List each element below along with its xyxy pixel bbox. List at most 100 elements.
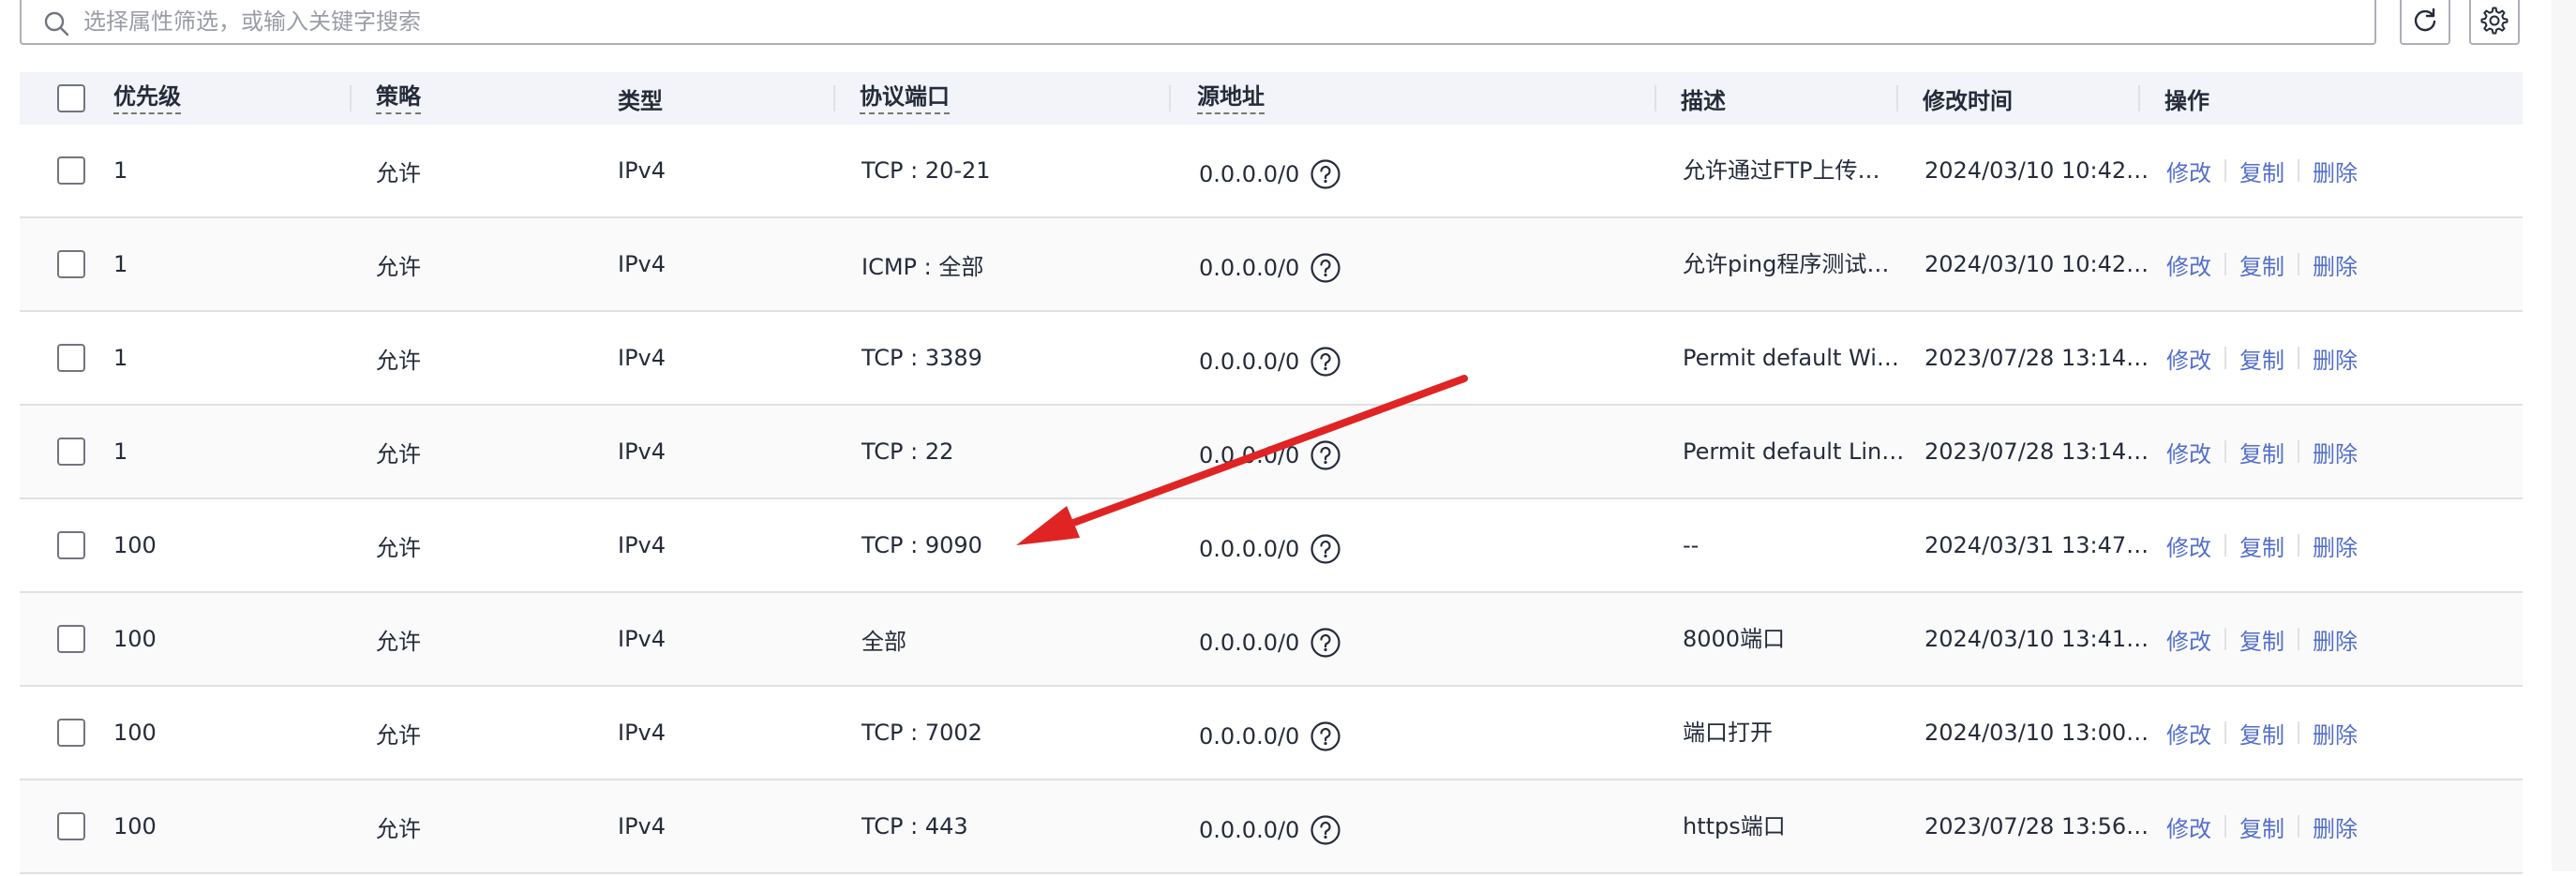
cell-protocol-port: TCP : 443 <box>861 813 968 839</box>
copy-link[interactable]: 复制 <box>2239 810 2284 843</box>
edit-link[interactable]: 修改 <box>2166 155 2211 187</box>
cell-type: IPv4 <box>618 626 666 652</box>
row-checkbox[interactable] <box>57 438 85 466</box>
scrollbar[interactable] <box>2552 0 2576 871</box>
cell-description: -- <box>1683 532 1700 558</box>
help-icon[interactable] <box>1310 346 1341 378</box>
copy-link[interactable]: 复制 <box>2239 436 2284 468</box>
cell-policy: 允许 <box>376 347 421 374</box>
help-icon[interactable] <box>1310 720 1341 752</box>
action-divider <box>2298 253 2299 275</box>
cell-modified-time: 2024/03/10 10:42… <box>1925 157 2149 184</box>
search-icon <box>44 11 69 37</box>
column-divider <box>1896 85 1898 111</box>
cell-priority: 100 <box>113 813 157 839</box>
action-divider <box>2224 347 2226 369</box>
copy-link[interactable]: 复制 <box>2239 717 2284 750</box>
delete-link[interactable]: 删除 <box>2313 155 2358 187</box>
action-divider <box>2224 534 2226 557</box>
cell-type: IPv4 <box>618 532 666 558</box>
cell-modified-time: 2024/03/10 13:00… <box>1925 720 2149 746</box>
row-checkbox[interactable] <box>57 156 85 185</box>
cell-source: 0.0.0.0/0 <box>1199 442 1300 468</box>
delete-link[interactable]: 删除 <box>2313 810 2358 843</box>
header-protocol-port[interactable]: 协议端口 <box>860 72 950 125</box>
header-modified-time: 修改时间 <box>1923 87 2013 114</box>
help-icon[interactable] <box>1310 627 1341 659</box>
delete-link[interactable]: 删除 <box>2313 717 2358 750</box>
cell-policy: 允许 <box>376 721 421 749</box>
column-divider <box>2138 85 2140 111</box>
column-divider <box>1169 85 1171 111</box>
edit-link[interactable]: 修改 <box>2166 529 2211 562</box>
refresh-icon <box>2414 7 2436 32</box>
copy-link[interactable]: 复制 <box>2239 155 2284 187</box>
action-divider <box>2224 815 2226 838</box>
row-actions: 修改 复制 删除 <box>2166 406 2358 497</box>
cell-description: Permit default Wi… <box>1683 345 1899 371</box>
copy-link[interactable]: 复制 <box>2239 529 2284 562</box>
action-divider <box>2298 534 2299 557</box>
toolbar <box>0 0 2576 62</box>
row-checkbox[interactable] <box>57 250 85 278</box>
table-row: 100 允许 IPv4 TCP : 9090 0.0.0.0/0 -- 2024/03/31… <box>20 499 2523 593</box>
gear-icon <box>2480 7 2509 35</box>
cell-protocol-port: TCP : 3389 <box>861 345 982 371</box>
search-box[interactable] <box>20 0 2376 45</box>
search-input[interactable] <box>82 2 2335 41</box>
cell-source: 0.0.0.0/0 <box>1199 255 1300 281</box>
row-checkbox[interactable] <box>57 531 85 559</box>
delete-link[interactable]: 删除 <box>2313 342 2358 375</box>
cell-type: IPv4 <box>618 720 666 746</box>
help-icon[interactable] <box>1310 252 1341 284</box>
row-checkbox[interactable] <box>57 344 85 372</box>
action-divider <box>2298 159 2299 182</box>
row-checkbox[interactable] <box>57 625 85 653</box>
edit-link[interactable]: 修改 <box>2166 436 2211 468</box>
action-divider <box>2224 440 2226 463</box>
edit-link[interactable]: 修改 <box>2166 717 2211 750</box>
row-checkbox[interactable] <box>57 812 85 840</box>
cell-protocol-port: TCP : 22 <box>861 438 954 465</box>
header-priority[interactable]: 优先级 <box>113 72 181 125</box>
cell-protocol-port: 全部 <box>861 628 906 655</box>
delete-link[interactable]: 删除 <box>2313 623 2358 656</box>
delete-link[interactable]: 删除 <box>2313 529 2358 562</box>
copy-link[interactable]: 复制 <box>2239 342 2284 375</box>
action-divider <box>2298 815 2299 838</box>
header-policy[interactable]: 策略 <box>376 72 421 125</box>
cell-description: 允许通过FTP上传… <box>1683 157 1880 184</box>
refresh-button[interactable] <box>2400 0 2450 45</box>
cell-priority: 1 <box>113 157 128 184</box>
edit-link[interactable]: 修改 <box>2166 342 2211 375</box>
settings-button[interactable] <box>2469 0 2520 45</box>
copy-link[interactable]: 复制 <box>2239 248 2284 281</box>
select-all-checkbox[interactable] <box>57 84 85 112</box>
row-actions: 修改 复制 删除 <box>2166 125 2358 216</box>
row-actions: 修改 复制 删除 <box>2166 218 2358 310</box>
help-icon[interactable] <box>1310 814 1341 846</box>
header-source[interactable]: 源地址 <box>1197 72 1265 125</box>
row-checkbox[interactable] <box>57 719 85 747</box>
help-icon[interactable] <box>1310 158 1341 190</box>
table-row: 1 允许 IPv4 TCP : 20-21 0.0.0.0/0 允许通过FTP上传… 202… <box>20 125 2523 218</box>
security-group-rules-table: 优先级 策略 类型 协议端口 源地址 描述 修改时间 操作 1 允许 IPv4 TCP… <box>20 72 2523 874</box>
action-divider <box>2224 253 2226 275</box>
help-icon[interactable] <box>1310 439 1341 471</box>
cell-source: 0.0.0.0/0 <box>1199 630 1300 656</box>
action-divider <box>2298 721 2299 744</box>
copy-link[interactable]: 复制 <box>2239 623 2284 656</box>
cell-source: 0.0.0.0/0 <box>1199 349 1300 375</box>
delete-link[interactable]: 删除 <box>2313 436 2358 468</box>
delete-link[interactable]: 删除 <box>2313 248 2358 281</box>
edit-link[interactable]: 修改 <box>2166 810 2211 843</box>
action-divider <box>2224 628 2226 650</box>
help-icon[interactable] <box>1310 533 1341 565</box>
cell-modified-time: 2024/03/31 13:47… <box>1925 532 2149 558</box>
cell-policy: 允许 <box>376 440 421 468</box>
cell-description: 端口打开 <box>1683 720 1773 746</box>
edit-link[interactable]: 修改 <box>2166 623 2211 656</box>
header-type: 类型 <box>618 87 663 114</box>
cell-type: IPv4 <box>618 345 666 371</box>
edit-link[interactable]: 修改 <box>2166 248 2211 281</box>
